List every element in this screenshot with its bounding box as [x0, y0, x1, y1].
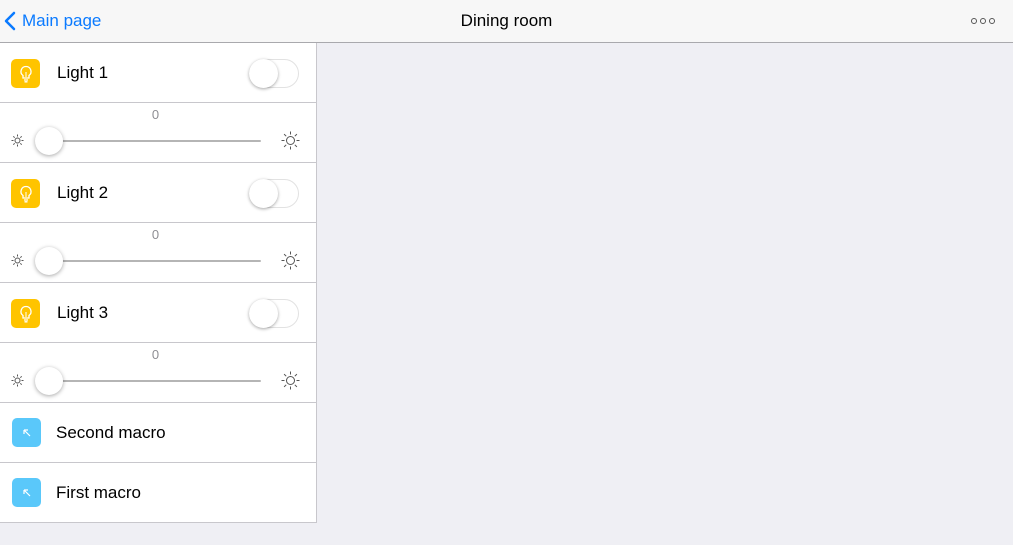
dimmer-slider-thumb[interactable] [35, 127, 63, 155]
lightbulb-icon [11, 299, 40, 328]
brightness-high-icon [281, 131, 300, 150]
dimmer-track[interactable] [45, 380, 261, 382]
light-toggle[interactable] [249, 299, 299, 328]
brightness-high-icon [281, 251, 300, 270]
light-toggle[interactable] [249, 179, 299, 208]
light-row: Light 2 [0, 163, 316, 223]
macro-row[interactable]: Second macro [0, 403, 316, 463]
brightness-low-icon [11, 254, 24, 267]
lightbulb-icon [11, 179, 40, 208]
macro-label: First macro [56, 483, 141, 502]
device-list: Light 1 0 Light 2 0 Light 3 0 Second mac… [0, 43, 317, 523]
dimmer-slider-thumb[interactable] [35, 247, 63, 275]
macro-row[interactable]: First macro [0, 463, 316, 523]
macro-arrow-icon [12, 478, 41, 507]
dimmer-row: 0 [0, 223, 316, 283]
page-title: Dining room [460, 11, 553, 30]
brightness-low-icon [11, 134, 24, 147]
dimmer-track[interactable] [45, 260, 261, 262]
more-icon[interactable] [971, 15, 995, 27]
light-label: Light 2 [57, 183, 109, 202]
light-toggle[interactable] [249, 59, 299, 88]
lightbulb-icon [11, 59, 40, 88]
brightness-high-icon [281, 371, 300, 390]
dimmer-value: 0 [151, 227, 160, 242]
light-label: Light 1 [57, 63, 109, 82]
dimmer-track[interactable] [45, 140, 261, 142]
dimmer-slider-thumb[interactable] [35, 367, 63, 395]
dimmer-value: 0 [151, 347, 160, 362]
macro-label: Second macro [56, 423, 166, 442]
dimmer-row: 0 [0, 343, 316, 403]
light-label: Light 3 [57, 303, 109, 322]
dimmer-value: 0 [151, 107, 160, 122]
macro-arrow-icon [12, 418, 41, 447]
brightness-low-icon [11, 374, 24, 387]
navigation-bar: Main page Dining room [0, 0, 1013, 43]
dimmer-row: 0 [0, 103, 316, 163]
light-row: Light 1 [0, 43, 316, 103]
light-row: Light 3 [0, 283, 316, 343]
